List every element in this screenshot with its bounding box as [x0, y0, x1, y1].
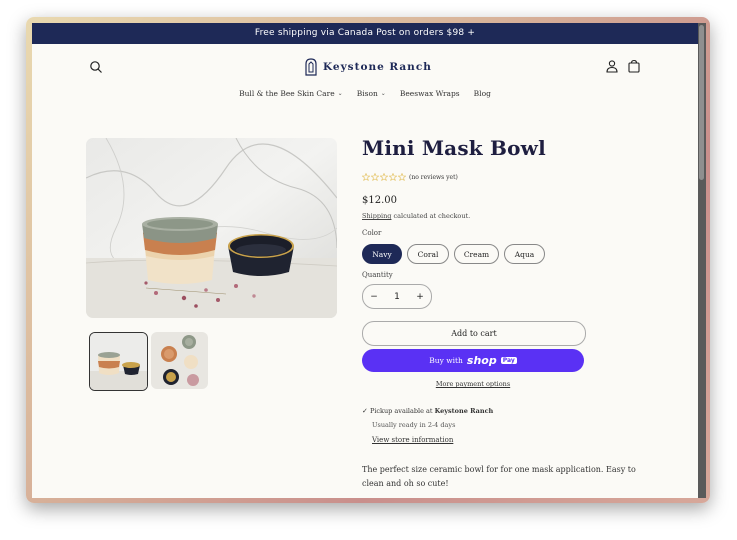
shop-pay-button[interactable]: Buy with shop Pay — [362, 349, 584, 372]
site-logo[interactable]: Keystone Ranch — [304, 57, 432, 77]
color-option-cream[interactable]: Cream — [454, 244, 499, 264]
pickup-prefix: Pickup available at — [369, 407, 435, 415]
pickup-availability: ✓ Pickup available at Keystone Ranch — [362, 407, 493, 415]
nav-label: Bull & the Bee Skin Care — [239, 89, 335, 98]
scrollbar-thumb[interactable] — [699, 25, 704, 180]
review-count: (no reviews yet) — [409, 173, 458, 181]
color-option-navy[interactable]: Navy — [362, 244, 402, 264]
nav-item-beeswax-wraps[interactable]: Beeswax Wraps — [400, 89, 460, 98]
pickup-ready-time: Usually ready in 2-4 days — [372, 421, 456, 429]
account-icon[interactable] — [605, 58, 621, 74]
checkmark-icon: ✓ — [362, 407, 368, 415]
star-icon — [371, 173, 379, 181]
more-payment-options-link[interactable]: More payment options — [362, 380, 584, 388]
quantity-label: Quantity — [362, 271, 393, 279]
color-option-coral[interactable]: Coral — [407, 244, 449, 264]
nav-label: Blog — [473, 89, 491, 98]
cart-icon[interactable] — [627, 58, 643, 74]
star-icon — [398, 173, 406, 181]
color-label: Color — [362, 229, 382, 237]
star-icon — [380, 173, 388, 181]
product-description: The perfect size ceramic bowl for for on… — [362, 465, 636, 488]
rating[interactable]: (no reviews yet) — [362, 173, 458, 181]
product-thumbnail[interactable] — [151, 332, 208, 389]
chevron-down-icon: ⌄ — [380, 90, 386, 97]
product-title: Mini Mask Bowl — [362, 136, 546, 160]
logo-text: Keystone Ranch — [323, 61, 432, 73]
product-thumbnail[interactable] — [89, 332, 148, 391]
nav-item-blog[interactable]: Blog — [474, 89, 491, 98]
announcement-bar: Free shipping via Canada Post on orders … — [32, 23, 698, 44]
nav-label: Bison — [356, 89, 378, 98]
quantity-increase-button[interactable]: + — [409, 292, 431, 302]
pay-badge: Pay — [500, 357, 517, 364]
main-nav: Bull & the Bee Skin Care ⌄ Bison ⌄ Beeswax… — [32, 89, 698, 98]
shop-logo-text: shop — [466, 354, 497, 367]
nav-item-skin-care[interactable]: Bull & the Bee Skin Care ⌄ — [239, 89, 343, 98]
color-option-aqua[interactable]: Aqua — [504, 244, 545, 264]
add-to-cart-button[interactable]: Add to cart — [362, 321, 586, 346]
quantity-decrease-button[interactable]: − — [363, 292, 385, 302]
shipping-note: Shipping calculated at checkout. — [362, 212, 470, 220]
color-options: Navy Coral Cream Aqua — [362, 244, 545, 264]
nav-label: Beeswax Wraps — [399, 89, 460, 98]
pickup-store: Keystone Ranch — [434, 407, 494, 415]
nav-item-bison[interactable]: Bison ⌄ — [357, 89, 386, 98]
star-icon — [389, 173, 397, 181]
chevron-down-icon: ⌄ — [337, 90, 343, 97]
quantity-stepper: − 1 + — [362, 284, 432, 309]
search-icon[interactable] — [89, 59, 105, 75]
view-store-info-link[interactable]: View store information — [372, 436, 453, 444]
star-icon — [362, 173, 370, 181]
shipping-link[interactable]: Shipping — [362, 212, 391, 220]
product-price: $12.00 — [362, 195, 397, 206]
logo-emblem-icon — [305, 57, 317, 76]
browser-window: Free shipping via Canada Post on orders … — [32, 23, 698, 498]
scrollbar[interactable] — [698, 23, 706, 498]
shipping-text: calculated at checkout. — [391, 212, 471, 220]
product-main-image[interactable] — [86, 138, 337, 318]
quantity-input[interactable]: 1 — [386, 292, 408, 302]
buy-with-label: Buy with — [429, 356, 463, 365]
